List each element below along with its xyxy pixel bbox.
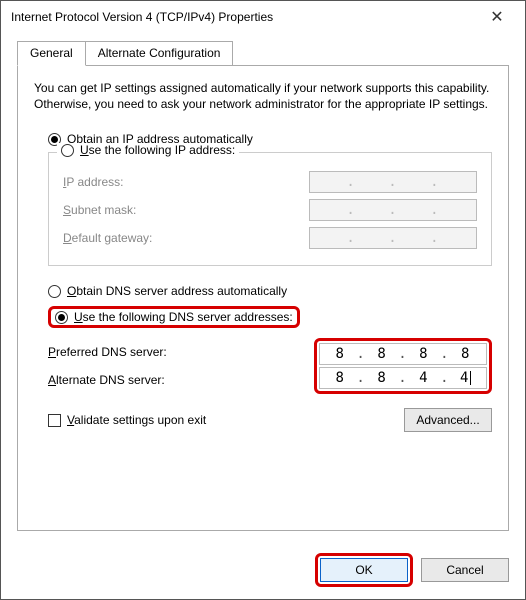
label-alternate-dns: Alternate DNS server: xyxy=(48,369,314,391)
close-icon[interactable]: ✕ xyxy=(477,7,517,27)
radio-icon xyxy=(48,285,61,298)
cancel-button[interactable]: Cancel xyxy=(421,558,509,582)
radio-icon xyxy=(55,311,68,324)
highlight-use-dns: Use the following DNS server addresses: xyxy=(48,306,300,328)
dialog-window: Internet Protocol Version 4 (TCP/IPv4) P… xyxy=(0,0,526,600)
description-text: You can get IP settings assigned automat… xyxy=(34,80,492,112)
group-use-ip: Use the following IP address: IP address… xyxy=(48,152,492,266)
input-default-gateway: ... xyxy=(309,227,477,249)
dialog-footer: OK Cancel xyxy=(1,543,525,599)
input-alternate-dns[interactable]: 8. 8. 4. 4 xyxy=(319,367,487,389)
tabstrip: General Alternate Configuration xyxy=(17,41,509,65)
tab-alternate-configuration[interactable]: Alternate Configuration xyxy=(85,41,234,65)
window-title: Internet Protocol Version 4 (TCP/IPv4) P… xyxy=(11,10,477,24)
tabpanel-general: You can get IP settings assigned automat… xyxy=(17,65,509,531)
highlight-dns-inputs: 8. 8. 8. 8 8. 8. 4. 4 xyxy=(314,338,492,394)
content-area: General Alternate Configuration You can … xyxy=(1,33,525,543)
label-validate: Validate settings upon exit xyxy=(67,413,206,427)
input-subnet-mask: ... xyxy=(309,199,477,221)
highlight-ok: OK xyxy=(315,553,413,587)
field-ip-address: IP address: ... xyxy=(63,171,477,193)
advanced-button[interactable]: Advanced... xyxy=(404,408,492,432)
input-preferred-dns[interactable]: 8. 8. 8. 8 xyxy=(319,343,487,365)
dns-fields: Preferred DNS server: Alternate DNS serv… xyxy=(48,338,492,394)
radio-obtain-dns-auto[interactable]: Obtain DNS server address automatically xyxy=(48,284,492,298)
titlebar: Internet Protocol Version 4 (TCP/IPv4) P… xyxy=(1,1,525,33)
field-default-gateway: Default gateway: ... xyxy=(63,227,477,249)
ok-button[interactable]: OK xyxy=(320,558,408,582)
radio-icon xyxy=(61,144,74,157)
text-caret xyxy=(470,371,471,385)
radio-use-ip[interactable]: Use the following IP address: xyxy=(57,143,239,157)
checkbox-validate[interactable] xyxy=(48,414,61,427)
bottom-row: Validate settings upon exit Advanced... xyxy=(48,408,492,432)
field-subnet-mask: Subnet mask: ... xyxy=(63,199,477,221)
label-preferred-dns: Preferred DNS server: xyxy=(48,341,314,363)
input-ip-address: ... xyxy=(309,171,477,193)
tab-general[interactable]: General xyxy=(17,41,86,66)
radio-use-dns[interactable]: Use the following DNS server addresses: xyxy=(48,306,492,328)
